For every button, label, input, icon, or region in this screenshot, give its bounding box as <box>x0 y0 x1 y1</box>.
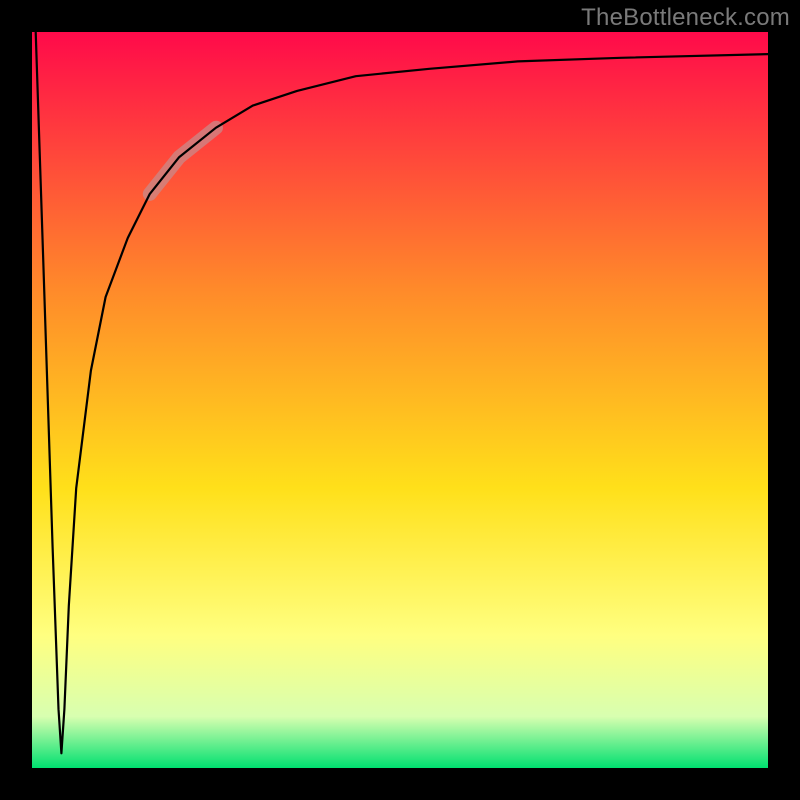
chart-plot <box>32 32 768 768</box>
frame-right <box>768 0 800 800</box>
gradient-background <box>32 32 768 768</box>
watermark-label: TheBottleneck.com <box>581 4 790 32</box>
frame-left <box>0 0 32 800</box>
chart-stage: TheBottleneck.com <box>0 0 800 800</box>
frame-bottom <box>0 768 800 800</box>
